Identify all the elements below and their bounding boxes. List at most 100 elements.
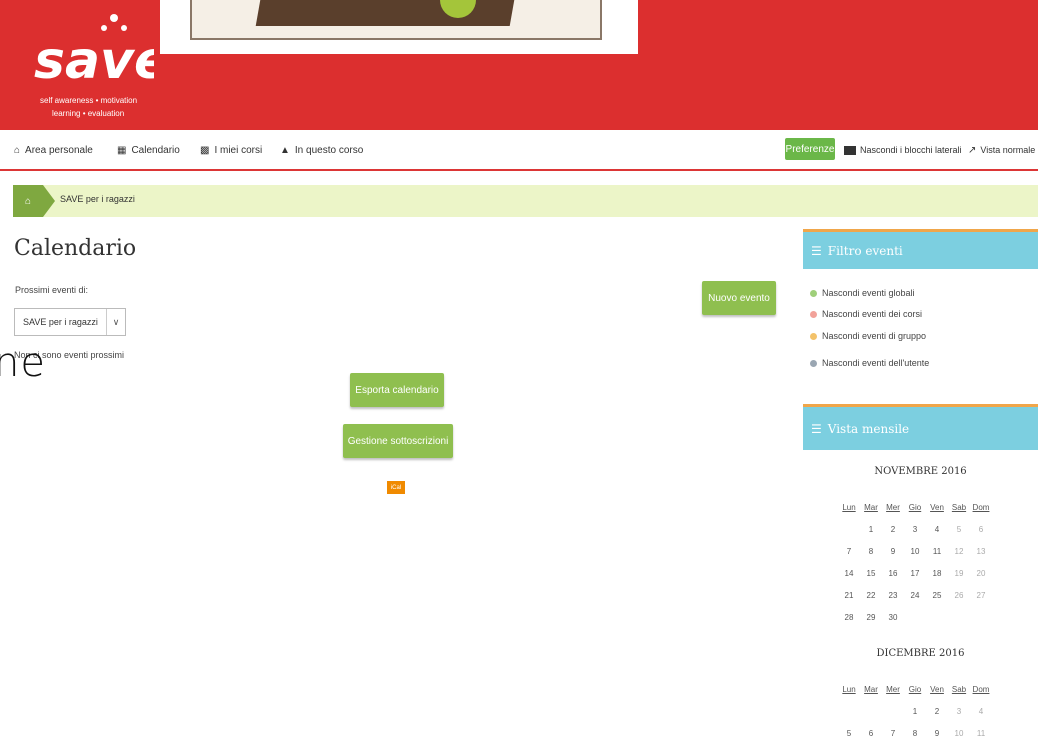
calendar-day[interactable]: 23	[882, 584, 904, 606]
calendar-day[interactable]: 30	[882, 606, 904, 628]
save-logo[interactable]: save self awareness • motivation learnin…	[12, 6, 169, 124]
calendar-day	[882, 700, 904, 722]
calendar-day[interactable]: 2	[926, 700, 948, 722]
export-calendar-button[interactable]: Esporta calendario	[350, 373, 444, 407]
calendar-day[interactable]: 15	[860, 562, 882, 584]
new-event-button[interactable]: Nuovo evento	[702, 281, 776, 315]
calendar-week-row: 14 15 16 17 18 19 20	[838, 562, 992, 584]
filter-course-events[interactable]: Nascondi eventi dei corsi	[810, 306, 922, 322]
month-title-december[interactable]: DICEMBRE 2016	[803, 648, 1038, 659]
calendar-december: Lun Mar Mer Gio Ven Sab Dom 1 2 3 4 5 6 7 8 9 10 1…	[838, 678, 992, 744]
normal-view-button[interactable]: ↗ Vista normale	[968, 141, 1035, 159]
calendar-day[interactable]: 5	[948, 518, 970, 540]
nav-label: Area personale	[25, 144, 93, 156]
calendar-day[interactable]: 1	[860, 518, 882, 540]
weekday: Sab	[951, 502, 967, 512]
calendar-day[interactable]: 17	[904, 562, 926, 584]
calendar-day[interactable]: 11	[970, 722, 992, 744]
december-weeks: 1 2 3 4 5 6 7 8 9 10 11	[838, 700, 992, 744]
calendar-day[interactable]: 25	[926, 584, 948, 606]
calendar-week-row: 123456	[838, 518, 992, 540]
calendar-day[interactable]: 28	[838, 606, 860, 628]
hide-blocks-button[interactable]: Nascondi i blocchi laterali	[844, 141, 962, 159]
manage-subscriptions-button[interactable]: Gestione sottoscrizioni	[343, 424, 453, 458]
logo-wordmark: save	[34, 31, 154, 91]
calendar-day[interactable]: 20	[970, 562, 992, 584]
upcoming-label: Prossimi eventi di:	[15, 285, 89, 295]
calendar-day[interactable]: 5	[838, 722, 860, 744]
filter-label: Nascondi eventi di gruppo	[822, 331, 927, 341]
calendar-day[interactable]: 3	[904, 518, 926, 540]
weekday: Lun	[842, 684, 856, 694]
logo-tagline-2: learning • evaluation	[52, 109, 124, 118]
filter-events-header[interactable]: ☰ Filtro eventi	[803, 229, 1038, 269]
calendar-week-row: 28 29 30	[838, 606, 992, 628]
calendar-day[interactable]: 4	[926, 518, 948, 540]
expand-icon: ↗	[968, 144, 977, 156]
nav-label: In questo corso	[294, 144, 364, 156]
overlay-text: ne	[0, 340, 46, 386]
nav-area-personale[interactable]: ⌂ Area personale	[14, 141, 93, 159]
calendar-day[interactable]: 12	[948, 540, 970, 562]
course-select-value: SAVE per i ragazzi	[23, 317, 98, 327]
weekday: Dom	[972, 684, 990, 694]
calendar-day[interactable]: 1	[904, 700, 926, 722]
calendar-day[interactable]: 13	[970, 540, 992, 562]
event-color-dot	[810, 310, 817, 318]
nav-in-questo-corso[interactable]: ▲ In questo corso	[280, 141, 363, 159]
calendar-day[interactable]: 7	[882, 722, 904, 744]
month-view-header[interactable]: ☰ Vista mensile	[803, 404, 1038, 450]
filter-global-events[interactable]: Nascondi eventi globali	[810, 285, 915, 301]
logo-tagline-1: self awareness • motivation	[40, 96, 137, 105]
calendar-day[interactable]: 4	[970, 700, 992, 722]
calendar-day[interactable]: 10	[948, 722, 970, 744]
nav-miei-corsi[interactable]: ▩ I miei corsi	[200, 141, 262, 159]
calendar-day	[970, 606, 992, 628]
weekday: Mar	[864, 684, 878, 694]
nav-calendario[interactable]: ▦ Calendario	[117, 141, 180, 159]
weekday: Dom	[972, 502, 990, 512]
calendar-day	[948, 606, 970, 628]
calendar-day[interactable]: 8	[904, 722, 926, 744]
weekday: Gio	[908, 502, 922, 512]
calendar-day[interactable]: 7	[838, 540, 860, 562]
calendar-day[interactable]: 21	[838, 584, 860, 606]
ical-button[interactable]: iCal	[387, 481, 405, 494]
breadcrumb-current[interactable]: SAVE per i ragazzi	[60, 194, 135, 204]
breadcrumb-home[interactable]: ⌂	[13, 185, 43, 217]
calendar-day[interactable]: 24	[904, 584, 926, 606]
calendar-day[interactable]: 9	[926, 722, 948, 744]
calendar-day[interactable]: 3	[948, 700, 970, 722]
calendar-day	[926, 606, 948, 628]
calendar-day[interactable]: 19	[948, 562, 970, 584]
filter-user-events[interactable]: Nascondi eventi dell'utente	[810, 355, 929, 371]
briefcase-icon: ▩	[200, 144, 210, 156]
calendar-day[interactable]: 6	[970, 518, 992, 540]
weekday: Gio	[908, 684, 922, 694]
event-color-dot	[810, 332, 817, 340]
filter-group-events[interactable]: Nascondi eventi di gruppo	[810, 328, 926, 344]
calendar-day[interactable]: 29	[860, 606, 882, 628]
course-select[interactable]: SAVE per i ragazzi ∨	[14, 308, 126, 336]
calendar-day[interactable]: 11	[926, 540, 948, 562]
calendar-day[interactable]: 26	[948, 584, 970, 606]
calendar-day[interactable]: 16	[882, 562, 904, 584]
calendar-week-row: 7 8 9 10 11 12 13	[838, 540, 992, 562]
calendar-day[interactable]: 14	[838, 562, 860, 584]
calendar-day[interactable]: 9	[882, 540, 904, 562]
calendar-day[interactable]: 2	[882, 518, 904, 540]
weekday: Ven	[930, 684, 944, 694]
calendar-day[interactable]: 18	[926, 562, 948, 584]
calendar-day[interactable]: 22	[860, 584, 882, 606]
calendar-day[interactable]: 27	[970, 584, 992, 606]
calendar-day[interactable]: 10	[904, 540, 926, 562]
preferences-button[interactable]: Preferenze	[785, 138, 835, 160]
calendar-day[interactable]: 8	[860, 540, 882, 562]
month-title-november[interactable]: NOVEMBRE 2016	[803, 466, 1038, 477]
calendar-day[interactable]: 6	[860, 722, 882, 744]
page-title: Calendario	[14, 236, 137, 261]
calendar-week-row: 1234	[838, 700, 992, 722]
calendar-week-row: 5 6 7 8 9 10 11	[838, 722, 992, 744]
calendar-day	[904, 606, 926, 628]
chevron-down-icon[interactable]: ∨	[106, 309, 125, 335]
